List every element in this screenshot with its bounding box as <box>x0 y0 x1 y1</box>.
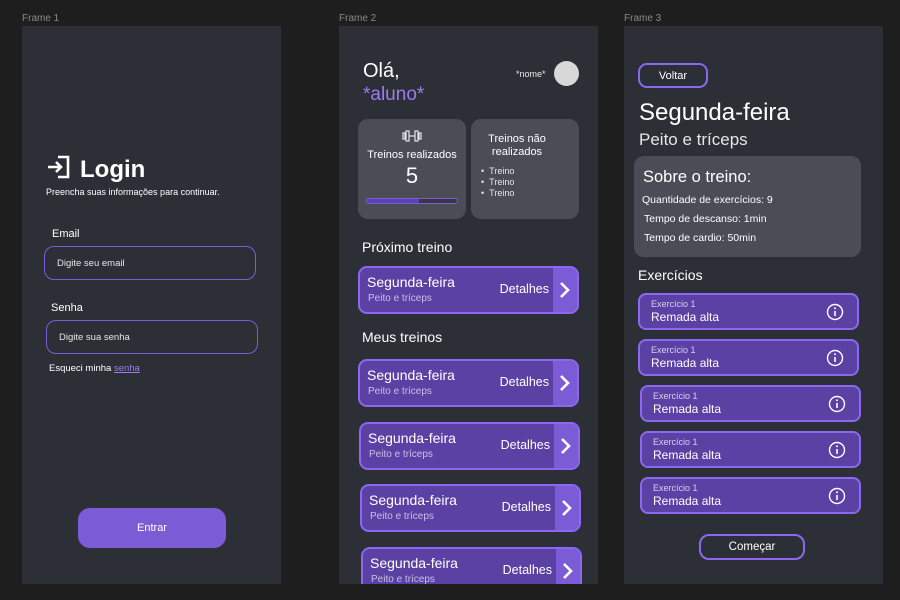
done-workouts-label: Treinos realizados <box>367 149 457 161</box>
details-button[interactable]: Detalhes <box>503 563 552 577</box>
done-progress-bar <box>366 198 458 204</box>
login-icon <box>46 154 72 185</box>
exercises-title: Exercícios <box>638 267 703 283</box>
workout-card-3[interactable]: Segunda-feira Peito e tríceps Detalhes <box>360 484 581 532</box>
done-workouts-count: 5 <box>405 163 419 188</box>
my-workouts-title: Meus treinos <box>362 329 443 345</box>
frame-label-3: Frame 3 <box>624 13 662 24</box>
password-field[interactable]: Digite sua senha <box>46 320 258 354</box>
done-workouts-card: Treinos realizados 5 <box>358 119 466 219</box>
workout-title: Segunda-feira <box>369 492 457 508</box>
email-field[interactable]: Digite seu email <box>44 246 256 280</box>
details-button[interactable]: Detalhes <box>502 500 551 514</box>
chevron-right-icon[interactable] <box>553 268 577 312</box>
chevron-right-icon[interactable] <box>554 424 578 468</box>
workout-card-1[interactable]: Segunda-feira Peito e tríceps Detalhes <box>358 359 579 407</box>
exercise-label: Exercício 1 <box>651 299 696 309</box>
user-name: *nome* <box>516 69 546 79</box>
info-icon[interactable] <box>828 441 846 464</box>
workout-subtitle: Peito e tríceps <box>369 449 433 460</box>
chevron-right-icon[interactable] <box>556 549 580 584</box>
email-label: Email <box>52 228 80 240</box>
about-card: Sobre o treino: Quantidade de exercícios… <box>634 156 861 257</box>
exercise-card-1[interactable]: Exercício 1 Remada alta <box>638 293 859 330</box>
chevron-right-icon[interactable] <box>555 486 579 530</box>
details-button[interactable]: Detalhes <box>501 438 550 452</box>
exercise-name: Remada alta <box>653 448 722 462</box>
workout-subtitle: Peito e tríceps <box>371 574 435 584</box>
workout-title: Segunda-feira <box>370 555 458 571</box>
exercise-count: Quantidade de exercícios: 9 <box>642 194 773 206</box>
exercise-label: Exercício 1 <box>653 437 698 447</box>
next-workout-title: Próximo treino <box>362 239 453 255</box>
exercise-name: Remada alta <box>651 310 720 324</box>
workout-title: Segunda-feira <box>367 274 455 290</box>
exercise-name: Remada alta <box>653 494 722 508</box>
greeting: Olá, <box>363 60 400 82</box>
missed-workouts-list: Treino Treino Treino <box>481 166 514 199</box>
list-item: Treino <box>481 188 514 199</box>
login-button[interactable]: Entrar <box>78 508 226 548</box>
workout-subtitle: Peito e tríceps <box>368 386 432 397</box>
chevron-right-icon[interactable] <box>553 361 577 405</box>
exercise-card-5[interactable]: Exercício 1 Remada alta <box>640 477 861 514</box>
info-icon[interactable] <box>826 303 844 326</box>
login-subtitle: Preencha suas informações para continuar… <box>46 187 220 197</box>
login-header: Login <box>46 154 145 185</box>
start-button[interactable]: Começar <box>699 534 805 560</box>
workout-card-4[interactable]: Segunda-feira Peito e tríceps Detalhes <box>361 547 582 584</box>
student-name: *aluno* <box>363 84 425 105</box>
exercise-card-3[interactable]: Exercício 1 Remada alta <box>640 385 861 422</box>
login-title: Login <box>80 155 146 183</box>
next-workout-card[interactable]: Segunda-feira Peito e tríceps Detalhes <box>358 266 579 314</box>
page-title: Segunda-feira <box>639 99 790 126</box>
exercise-card-2[interactable]: Exercício 1 Remada alta <box>638 339 859 376</box>
page-subtitle: Peito e tríceps <box>639 130 748 149</box>
login-screen: Login Preencha suas informações para con… <box>22 26 281 584</box>
workout-detail-screen: Voltar Segunda-feira Peito e tríceps Sob… <box>624 26 883 584</box>
dumbbell-icon <box>402 129 422 148</box>
exercise-label: Exercício 1 <box>653 391 698 401</box>
back-button[interactable]: Voltar <box>638 63 708 88</box>
list-item: Treino <box>481 166 514 177</box>
workout-card-2[interactable]: Segunda-feira Peito e tríceps Detalhes <box>359 422 580 470</box>
exercise-label: Exercício 1 <box>651 345 696 355</box>
forgot-password-link[interactable]: senha <box>114 363 140 374</box>
missed-workouts-label: Treinos não realizados <box>488 133 546 158</box>
info-icon[interactable] <box>828 487 846 510</box>
details-button[interactable]: Detalhes <box>500 375 549 389</box>
forgot-password: Esqueci minha senha <box>49 363 140 374</box>
frame-label-1: Frame 1 <box>22 13 60 24</box>
forgot-text: Esqueci minha <box>49 363 112 374</box>
exercise-label: Exercício 1 <box>653 483 698 493</box>
list-item: Treino <box>481 177 514 188</box>
missed-workouts-card: Treinos não realizados Treino Treino Tre… <box>471 119 579 219</box>
details-button[interactable]: Detalhes <box>500 282 549 296</box>
exercise-name: Remada alta <box>651 356 720 370</box>
workout-title: Segunda-feira <box>368 430 456 446</box>
workout-title: Segunda-feira <box>367 367 455 383</box>
about-title: Sobre o treino: <box>643 168 752 186</box>
exercise-card-4[interactable]: Exercício 1 Remada alta <box>640 431 861 468</box>
frame-label-2: Frame 2 <box>339 13 377 24</box>
exercise-name: Remada alta <box>653 402 722 416</box>
rest-time: Tempo de descanso: 1min <box>644 213 767 225</box>
home-screen: Olá, *aluno* *nome* Treinos realizados 5… <box>339 26 598 584</box>
password-label: Senha <box>51 302 83 314</box>
done-progress-fill <box>367 199 420 203</box>
info-icon[interactable] <box>826 349 844 372</box>
workout-subtitle: Peito e tríceps <box>370 511 434 522</box>
info-icon[interactable] <box>828 395 846 418</box>
cardio-time: Tempo de cardio: 50min <box>644 232 757 244</box>
avatar[interactable] <box>554 61 579 86</box>
workout-subtitle: Peito e tríceps <box>368 293 432 304</box>
